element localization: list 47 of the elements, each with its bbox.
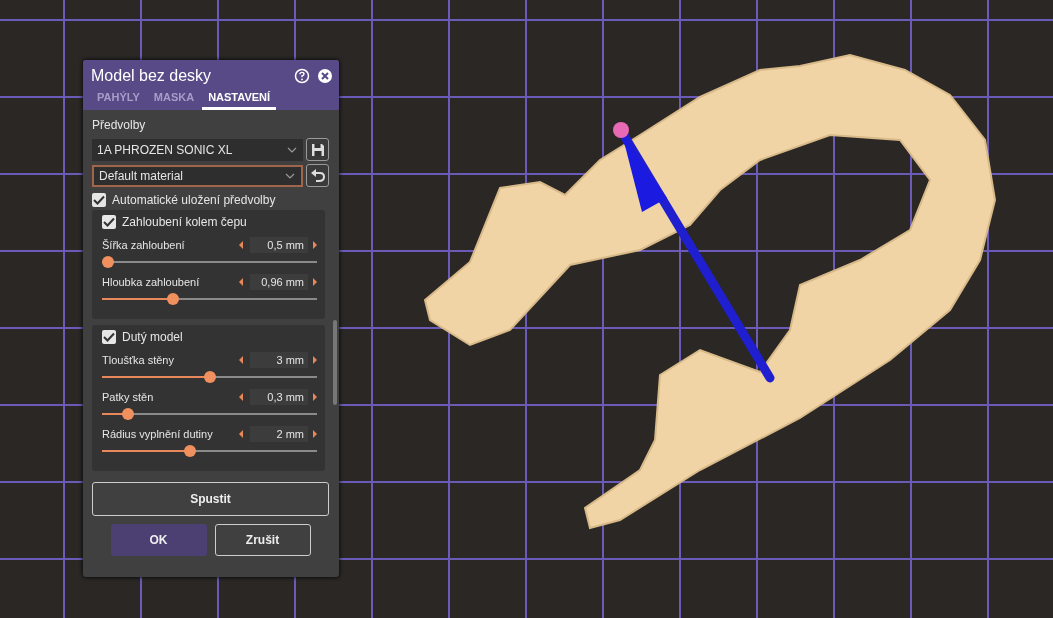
increment-arrow-icon[interactable]: [313, 356, 317, 364]
run-button[interactable]: Spustit: [92, 482, 329, 516]
reset-button[interactable]: [306, 164, 329, 187]
increment-arrow-icon[interactable]: [313, 241, 317, 249]
help-icon[interactable]: [294, 68, 310, 84]
slider-thumb[interactable]: [184, 445, 197, 457]
decrement-arrow-icon[interactable]: [239, 393, 243, 401]
decrement-arrow-icon[interactable]: [239, 430, 243, 438]
tab[interactable]: NASTAVENÍ: [202, 89, 277, 110]
value-field[interactable]: 3 mm: [250, 352, 308, 368]
close-icon[interactable]: [317, 68, 333, 84]
scrollbar-thumb[interactable]: [333, 320, 337, 405]
checkbox[interactable]: [92, 193, 106, 207]
material-dropdown[interactable]: Default material: [92, 164, 303, 187]
decrement-arrow-icon[interactable]: [239, 241, 243, 249]
slider-thumb[interactable]: [102, 256, 115, 268]
parameter-label: Šířka zahloubení: [102, 239, 186, 251]
save-button[interactable]: [306, 138, 329, 161]
slider-thumb[interactable]: [166, 293, 179, 305]
ok-button[interactable]: OK: [110, 524, 207, 556]
value-field[interactable]: 0,96 mm: [250, 274, 308, 290]
slider-thumb[interactable]: [203, 371, 216, 383]
value-field[interactable]: 0,5 mm: [250, 237, 308, 253]
value-field[interactable]: 2 mm: [250, 426, 308, 442]
value-field[interactable]: 0,3 mm: [250, 389, 308, 405]
increment-arrow-icon[interactable]: [313, 393, 317, 401]
checkbox-label: Zahloubení kolem čepu: [122, 215, 247, 229]
parameter-label: Patky stěn: [102, 391, 155, 403]
increment-arrow-icon[interactable]: [313, 430, 317, 438]
chevron-down-icon: [287, 146, 297, 153]
cancel-button[interactable]: Zrušit: [214, 524, 311, 556]
decrement-arrow-icon[interactable]: [239, 356, 243, 364]
checkbox[interactable]: [102, 215, 116, 229]
chevron-down-icon: [285, 172, 295, 179]
checkbox[interactable]: [102, 330, 116, 344]
slider-thumb[interactable]: [121, 408, 134, 420]
undo-icon: [309, 167, 326, 184]
dialog-title: Model bez desky: [91, 67, 213, 85]
checkbox-label: Automatické uložení předvolby: [112, 193, 276, 207]
parameter-label: Hloubka zahloubení: [102, 276, 201, 288]
checkbox-label: Dutý model: [122, 330, 183, 344]
parameter-label: Rádius vyplnění dutiny: [102, 428, 214, 440]
preset-dropdown[interactable]: 1A PHROZEN SONIC XL: [92, 138, 303, 161]
decrement-arrow-icon[interactable]: [239, 278, 243, 286]
presets-label: Předvolby: [92, 118, 147, 132]
increment-arrow-icon[interactable]: [313, 278, 317, 286]
parameter-label: Tloušťka stěny: [102, 354, 175, 366]
